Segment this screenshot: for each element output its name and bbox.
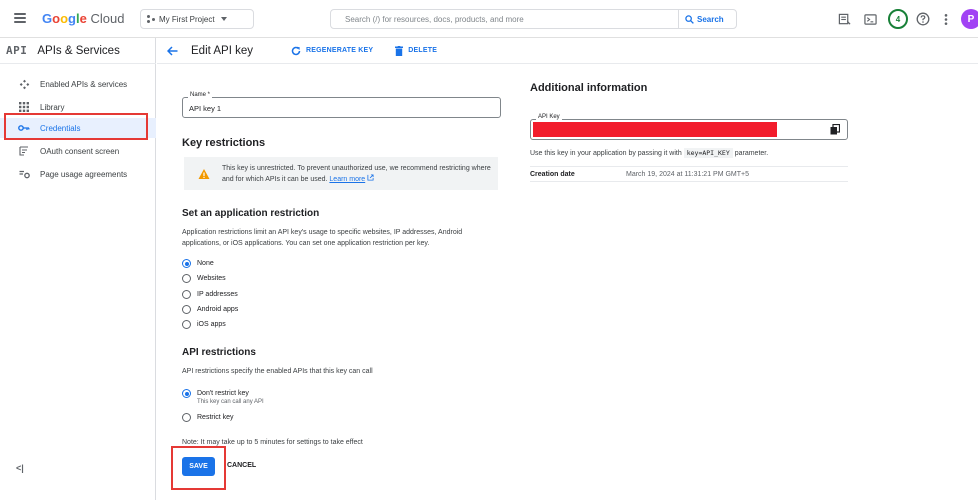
api-restrictions-heading: API restrictions — [182, 347, 256, 358]
gemini-assist-icon[interactable] — [836, 11, 852, 27]
notifications-badge[interactable]: 4 — [888, 9, 908, 29]
save-button[interactable]: SAVE — [182, 457, 215, 476]
refresh-icon — [291, 46, 301, 55]
sidebar-item-label: Page usage agreements — [40, 169, 128, 179]
page-title: Edit API key — [191, 44, 254, 57]
delete-label: DELETE — [408, 47, 438, 54]
radio-label: Don't restrict key This key can call any… — [197, 390, 264, 405]
app-restriction-option-none[interactable]: None — [182, 259, 214, 268]
radio-label: iOS apps — [197, 321, 226, 328]
key-restrictions-heading: Key restrictions — [182, 137, 266, 149]
app-restriction-option-ios[interactable]: iOS apps — [182, 320, 226, 329]
redacted-api-key — [533, 122, 777, 137]
api-logo-icon: API — [6, 44, 28, 57]
logo-cloud-text: Cloud — [90, 11, 125, 26]
help-icon[interactable] — [915, 11, 931, 27]
sidebar-item-label: Library — [40, 102, 65, 112]
logo-google-text: Google — [42, 11, 87, 26]
radio[interactable] — [182, 305, 191, 314]
copy-icon[interactable] — [830, 124, 840, 135]
additional-info-heading: Additional information — [530, 82, 648, 94]
radio-label: Restrict key — [197, 414, 234, 421]
sidebar-item-oauth-consent[interactable]: OAuth consent screen — [0, 141, 156, 161]
trash-icon — [395, 45, 404, 56]
learn-more-link[interactable]: Learn more — [329, 176, 365, 183]
app-restriction-option-ip[interactable]: IP addresses — [182, 290, 238, 299]
external-link-icon — [367, 173, 374, 181]
top-bar: Google Cloud My First Project Search 4 P — [0, 0, 978, 38]
settings-delay-note: Note: It may take up to 5 minutes for se… — [182, 439, 363, 446]
radio[interactable] — [182, 413, 191, 422]
name-field: Name * — [182, 92, 501, 118]
radio-sublabel: This key can call any API — [197, 399, 264, 405]
api-key-param-code: key=API_KEY — [683, 148, 733, 158]
sidebar: API APIs & Services Enabled APIs & servi… — [0, 38, 156, 500]
collapse-sidebar-icon[interactable]: <| — [16, 463, 24, 473]
sidebar-item-page-usage[interactable]: Page usage agreements — [0, 164, 156, 184]
search-input[interactable] — [331, 10, 679, 28]
project-picker-button[interactable]: My First Project — [140, 9, 254, 29]
google-cloud-logo[interactable]: Google Cloud — [42, 11, 124, 26]
app-restriction-option-android[interactable]: Android apps — [182, 305, 238, 314]
api-key-usage-text: Use this key in your application by pass… — [530, 148, 769, 158]
radio-label: None — [197, 260, 214, 267]
delete-button[interactable]: DELETE — [395, 45, 438, 56]
settings-agreement-icon — [18, 168, 30, 180]
radio[interactable] — [182, 320, 191, 329]
api-key-field: API Key — [530, 114, 848, 140]
warning-text: This key is unrestricted. To prevent una… — [222, 163, 492, 185]
radio-label: IP addresses — [197, 291, 238, 298]
radio[interactable] — [182, 290, 191, 299]
search-icon — [685, 14, 694, 24]
api-option-dont-restrict[interactable]: Don't restrict key This key can call any… — [182, 389, 264, 407]
radio-label: Websites — [197, 275, 226, 282]
search-bar: Search — [330, 9, 737, 29]
creation-date-label: Creation date — [530, 170, 575, 178]
library-grid-icon — [18, 101, 30, 113]
chevron-down-icon — [220, 17, 227, 21]
sidebar-title: APIs & Services — [37, 44, 120, 57]
name-input[interactable] — [183, 98, 500, 117]
hamburger-menu-icon[interactable] — [14, 13, 26, 23]
api-option-restrict-key[interactable]: Restrict key — [182, 413, 234, 422]
back-arrow-icon[interactable] — [165, 44, 179, 58]
radio-selected[interactable] — [182, 389, 191, 398]
search-button-label: Search — [697, 14, 724, 24]
sidebar-item-credentials[interactable]: Credentials — [0, 118, 156, 138]
sidebar-item-label: Credentials — [40, 123, 81, 133]
app-restriction-heading: Set an application restriction — [182, 208, 320, 219]
more-vertical-icon[interactable] — [938, 11, 954, 27]
project-name: My First Project — [159, 14, 215, 24]
sidebar-item-library[interactable]: Library — [0, 97, 156, 117]
avatar[interactable]: P — [961, 9, 978, 29]
regenerate-key-label: REGENERATE KEY — [306, 47, 374, 54]
creation-date-row: Creation date March 19, 2024 at 11:31:21… — [530, 166, 848, 182]
warning-icon — [198, 168, 210, 179]
project-nodes-icon — [147, 15, 155, 23]
unrestricted-warning-banner: This key is unrestricted. To prevent una… — [184, 157, 498, 190]
page-header: Edit API key REGENERATE KEY DELETE — [157, 38, 978, 64]
sidebar-item-label: Enabled APIs & services — [40, 79, 128, 89]
key-icon — [18, 122, 30, 134]
app-restriction-option-websites[interactable]: Websites — [182, 274, 226, 283]
radio-selected[interactable] — [182, 259, 191, 268]
sidebar-header: API APIs & Services — [0, 38, 156, 64]
regenerate-key-button[interactable]: REGENERATE KEY — [291, 46, 373, 56]
consent-screen-icon — [18, 145, 30, 157]
radio[interactable] — [182, 274, 191, 283]
diamond-api-icon — [18, 78, 30, 90]
api-key-label: API Key — [536, 114, 562, 120]
api-restrictions-description: API restrictions specify the enabled API… — [182, 368, 373, 375]
app-restriction-description: Application restrictions limit an API ke… — [182, 229, 463, 247]
sidebar-item-enabled-apis[interactable]: Enabled APIs & services — [0, 74, 156, 94]
cloud-shell-icon[interactable] — [862, 11, 878, 27]
radio-label: Android apps — [197, 306, 239, 313]
creation-date-value: March 19, 2024 at 11:31:21 PM GMT+5 — [626, 170, 750, 178]
search-button[interactable]: Search — [678, 10, 736, 28]
sidebar-item-label: OAuth consent screen — [40, 146, 120, 156]
cancel-button[interactable]: CANCEL — [227, 462, 256, 469]
